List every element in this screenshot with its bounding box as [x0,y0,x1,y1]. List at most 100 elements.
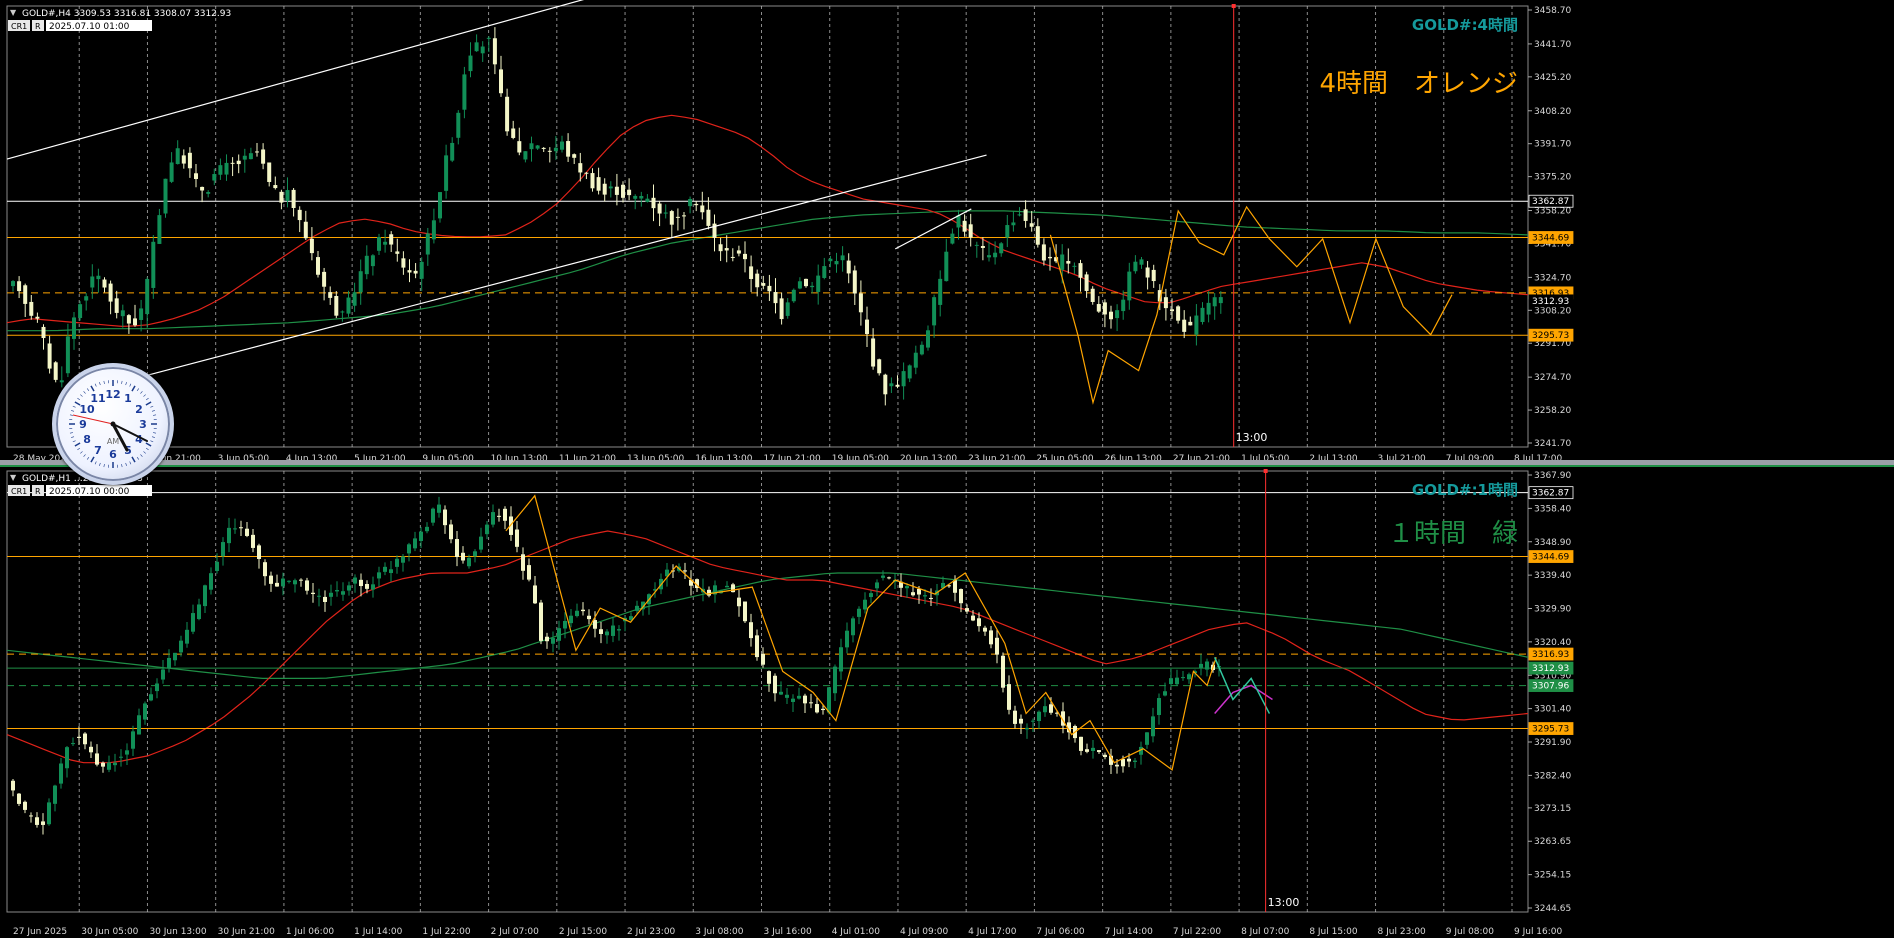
clock-tick [150,440,154,443]
candle-body [959,589,963,604]
candle-body [987,255,991,258]
x-tick-label: 4 Jul 17:00 [968,927,1017,937]
candle-body [395,558,399,567]
candle-body [263,562,267,577]
candle-body [1169,678,1173,685]
candle-body [329,592,333,597]
clock-number: 9 [79,418,87,431]
candle-body [815,704,819,713]
clock-tick [103,380,105,384]
candle-body [419,531,423,541]
h1-chart-panel[interactable]: 27 Jun 2025 30 Jun 05:00 30 Jun 13:00 30 Ju… [0,465,1894,938]
candle-body [1218,297,1223,304]
candle-body [1199,663,1203,668]
candle-body [485,524,489,535]
candle-body [1205,661,1209,670]
candle-body [335,590,339,592]
candle-body [917,588,921,595]
candle-body [179,640,183,653]
candle-body [474,42,479,52]
candle-body [511,128,516,138]
candle-body [1139,259,1144,265]
candle-body [846,260,851,274]
candle-body [707,589,711,596]
candle-body [968,224,973,238]
candle-body [761,283,766,286]
candle-body [605,631,609,636]
candle-body [17,793,21,804]
candle-body [901,371,906,387]
clock-tick [131,456,136,463]
candle-body [113,762,117,766]
y-tick-label: 3301.40 [1534,705,1571,715]
candle-body [547,150,552,152]
candle-body [467,557,471,567]
candle-body [53,785,57,804]
candle-body [907,365,912,379]
candle-body [953,580,957,593]
candle-body [275,582,279,587]
candle-body [980,246,985,248]
candle-body [364,255,369,275]
candle-body [267,162,272,182]
clock-tick [153,432,157,434]
candle-body [913,352,918,368]
clock-tick [129,461,132,465]
candle-body [95,753,99,765]
candle-body [455,539,459,557]
candle-body [1037,711,1041,722]
candle-body [669,211,674,225]
clock-tick [145,401,152,406]
candle-body [858,293,863,313]
candle-body [688,198,693,207]
clock-number: 12 [105,388,120,401]
candle-body [773,292,778,304]
candle-body [407,270,412,273]
candle-body [993,252,998,258]
candle-body [938,278,943,305]
candle-body [627,189,632,196]
clock-tick [140,391,143,394]
y-tick-label: 3391.70 [1534,140,1571,150]
candle-body [833,666,837,694]
candle-body [311,592,315,594]
tag-cr1: CR1 [11,22,27,31]
candle-body [358,271,363,293]
y-tick-label: 3282.40 [1534,771,1571,781]
clock-tick [136,456,140,460]
candle-body [551,638,555,644]
candle-body [71,743,75,745]
x-tick-label: 8 Jul 15:00 [1309,927,1358,937]
candle-body [995,637,999,655]
clock-tick [86,388,90,392]
candle-body [1175,677,1179,685]
candle-body [533,585,537,604]
timeframe-label: 4時間 オレンジ [1319,69,1518,99]
candle-body [736,250,741,254]
candle-body [611,625,615,636]
candle-body [877,359,882,374]
candle-body [389,234,394,245]
candle-body [11,780,15,791]
candle-body [47,802,51,825]
clock-number: 11 [90,392,105,405]
candle-body [743,601,747,622]
candle-body [89,746,93,753]
clock-number: 3 [139,418,147,431]
candle-body [143,703,147,720]
candle-body [575,610,579,617]
clock-tick [151,436,155,438]
candle-body [779,298,784,320]
clock-tick [80,394,83,397]
candle-body [523,151,528,160]
y-tick-label: 3273.15 [1534,804,1571,814]
candle-body [821,708,825,711]
candle-body [633,195,638,199]
candle-body [755,273,760,288]
candle-body [1096,304,1101,312]
clock-tick [153,414,157,416]
h4-chart-panel[interactable]: 28 May 202530 May 05:002 Jun 21:003 Jun … [0,0,1894,465]
price-label-text: 3316.93 [1532,650,1569,660]
price-label-text: 3295.73 [1532,331,1569,341]
candle-body [438,192,442,219]
